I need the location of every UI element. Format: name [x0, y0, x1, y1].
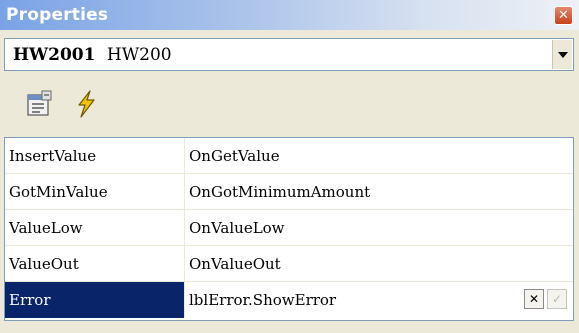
event-row-insertvalue[interactable]: InsertValue OnGetValue	[5, 138, 573, 174]
window-title: Properties	[6, 5, 109, 25]
event-name[interactable]: InsertValue	[5, 138, 185, 173]
edit-buttons: ✕ ✓	[524, 289, 567, 309]
apply-handler-button[interactable]: ✓	[547, 289, 567, 309]
properties-toolbar	[4, 74, 574, 134]
properties-view-button[interactable]	[22, 86, 58, 122]
close-button[interactable]: ✕	[554, 6, 573, 25]
events-grid: InsertValue OnGetValue GotMinValue OnGot…	[4, 137, 574, 321]
lightning-events-icon	[78, 90, 95, 118]
check-icon: ✓	[551, 292, 563, 306]
event-name[interactable]: GotMinValue	[5, 174, 185, 209]
chevron-down-icon[interactable]	[552, 40, 572, 69]
event-name[interactable]: ValueOut	[5, 246, 185, 281]
properties-page-icon	[27, 90, 52, 116]
selected-object-type: HW200	[106, 44, 172, 65]
object-selector-dropdown[interactable]: HW2001 HW200	[4, 38, 574, 71]
event-name[interactable]: ValueLow	[5, 210, 185, 245]
selected-object-name: HW2001	[13, 44, 96, 65]
clear-handler-button[interactable]: ✕	[524, 289, 544, 309]
event-handler[interactable]: OnValueOut	[185, 246, 573, 281]
event-handler[interactable]: OnGetValue	[185, 138, 573, 173]
event-handler-text[interactable]: lblError.ShowError	[189, 291, 336, 309]
events-view-button[interactable]	[68, 86, 104, 122]
event-row-gotminvalue[interactable]: GotMinValue OnGotMinimumAmount	[5, 174, 573, 210]
properties-title-bar[interactable]: Properties ✕	[0, 0, 579, 30]
close-icon: ✕	[558, 8, 569, 23]
event-handler-editor[interactable]: lblError.ShowError ✕ ✓	[185, 282, 573, 318]
event-row-valueout[interactable]: ValueOut OnValueOut	[5, 246, 573, 282]
event-row-error[interactable]: Error lblError.ShowError ✕ ✓	[5, 282, 573, 318]
clear-icon: ✕	[528, 292, 540, 306]
event-row-valuelow[interactable]: ValueLow OnValueLow	[5, 210, 573, 246]
event-name-selected[interactable]: Error	[5, 282, 185, 318]
event-handler[interactable]: OnValueLow	[185, 210, 573, 245]
event-handler[interactable]: OnGotMinimumAmount	[185, 174, 573, 209]
